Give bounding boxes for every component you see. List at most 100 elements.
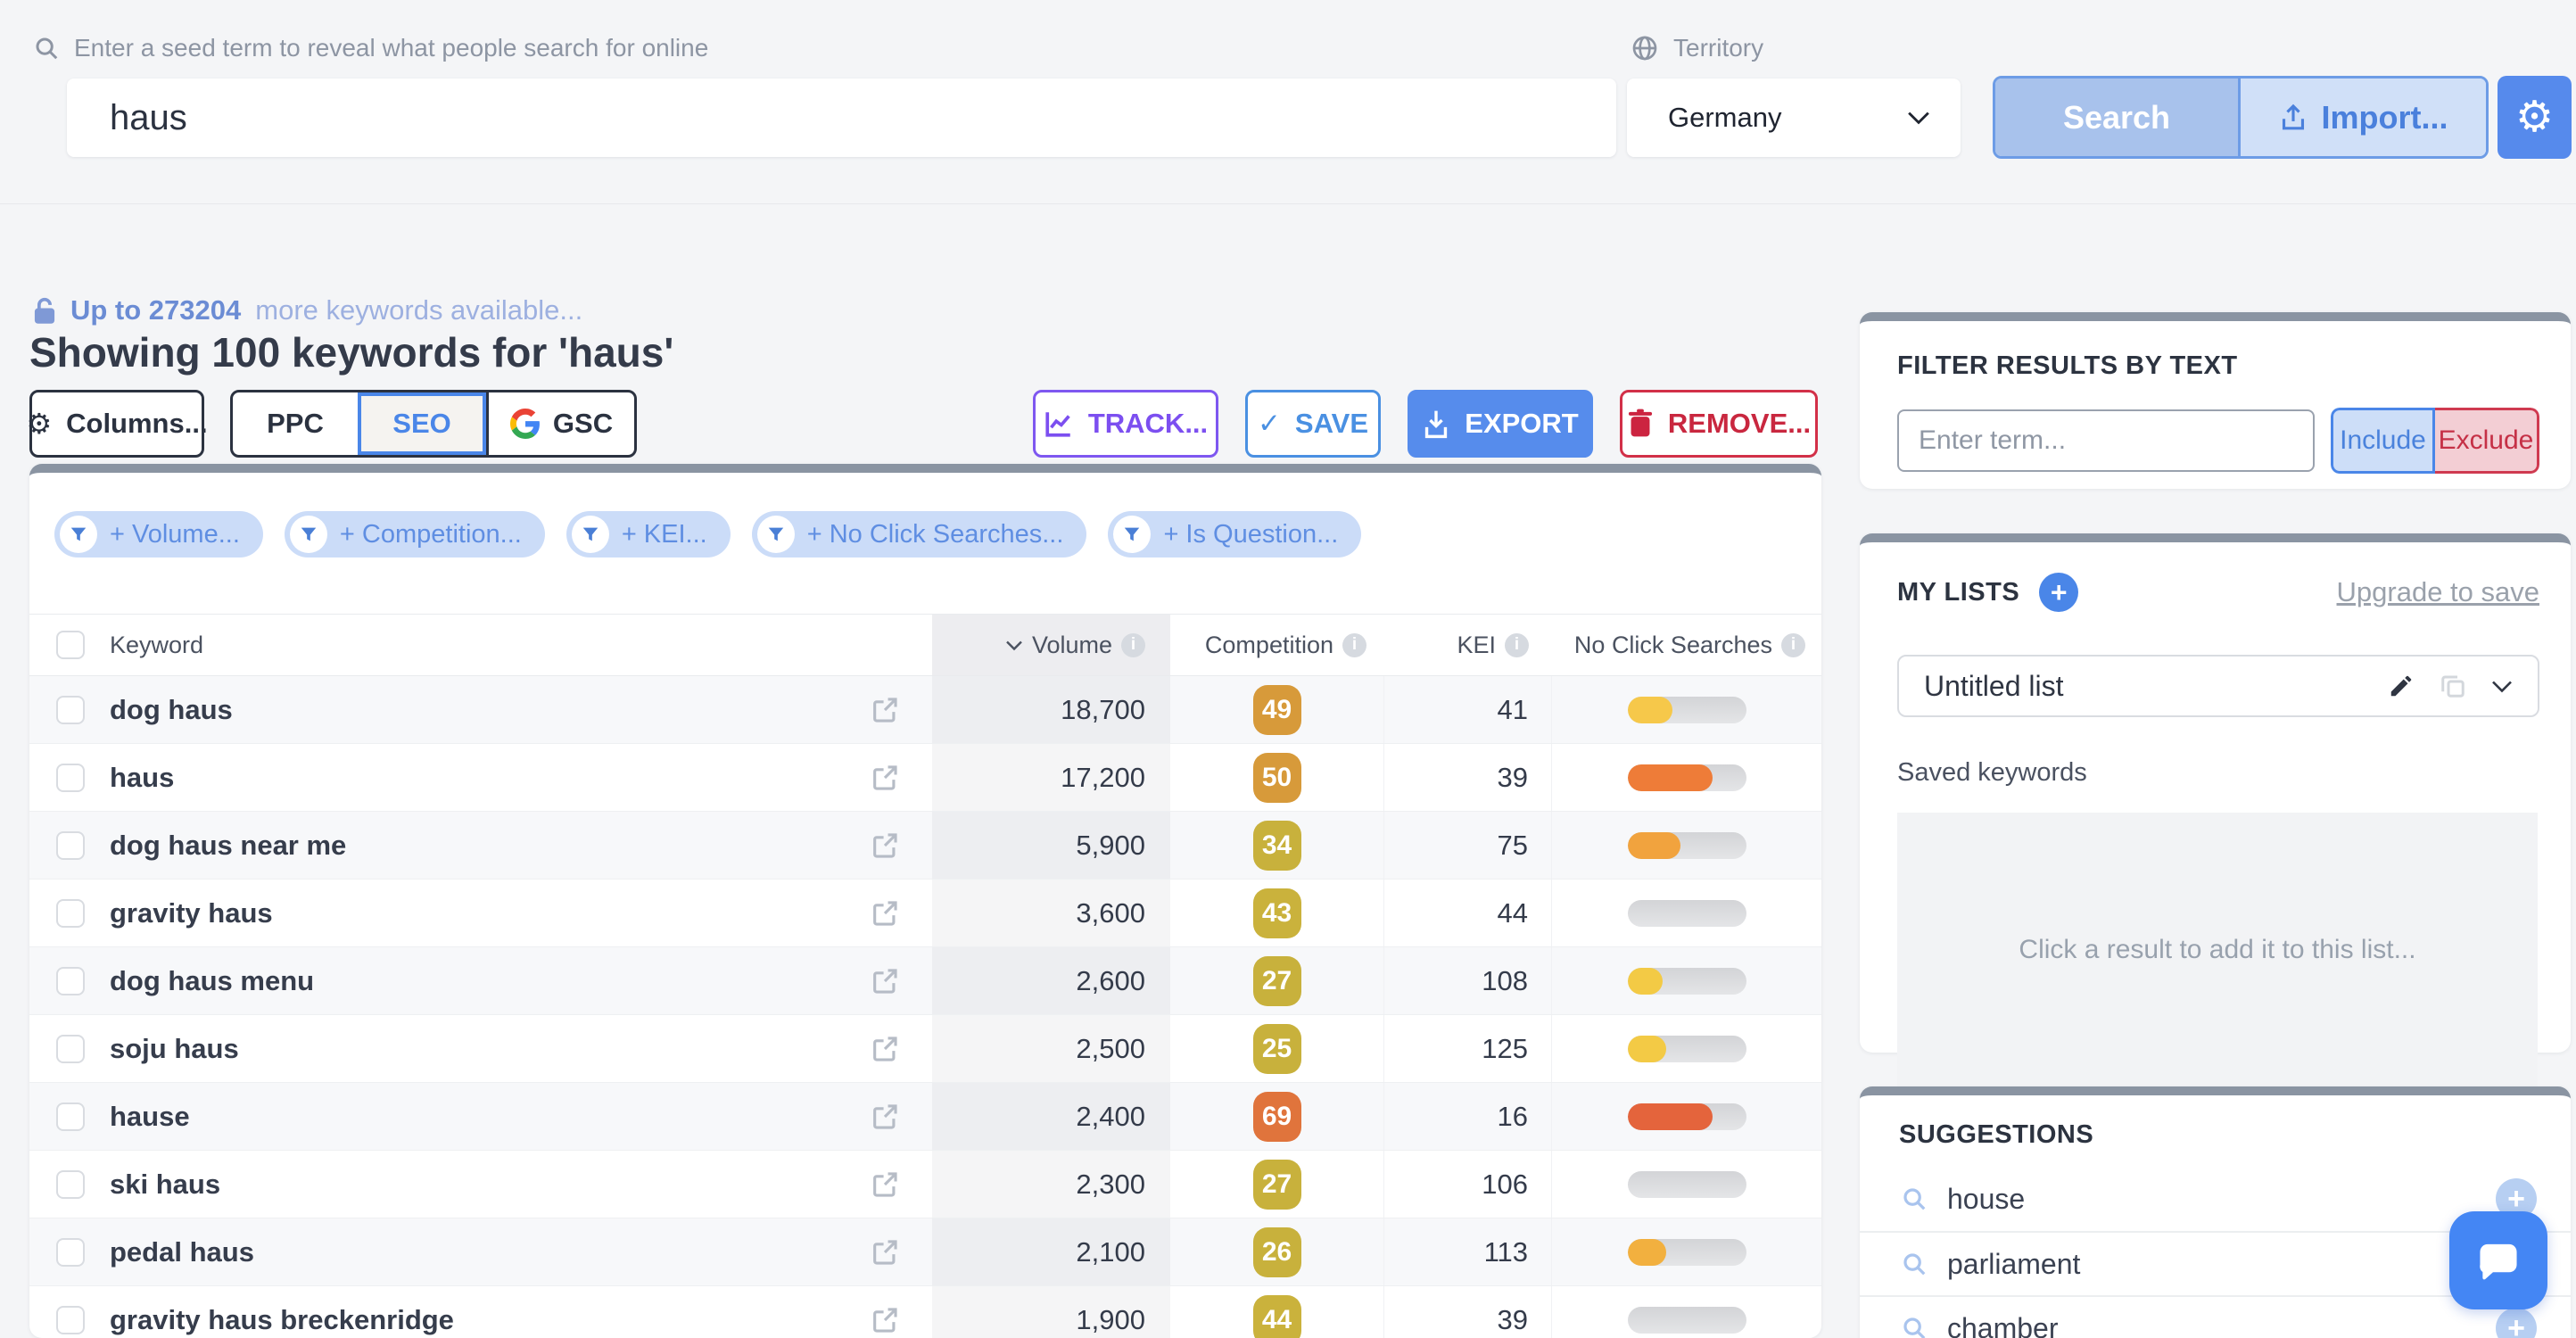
kei-column-header[interactable]: KEI xyxy=(1384,615,1552,675)
keyword-column-header[interactable]: Keyword xyxy=(110,632,203,659)
table-row[interactable]: dog haus near me 5,900 34 75 xyxy=(29,812,1821,880)
table-row[interactable]: dog haus menu 2,600 27 108 xyxy=(29,947,1821,1015)
chat-launcher-button[interactable] xyxy=(2449,1211,2547,1309)
tab-seo[interactable]: SEO xyxy=(358,392,486,455)
external-link-icon[interactable] xyxy=(870,1102,900,1132)
filter-term-input[interactable] xyxy=(1897,409,2315,472)
row-checkbox[interactable] xyxy=(56,831,85,860)
filter-chip[interactable]: + Volume... xyxy=(54,511,263,558)
track-button[interactable]: TRACK... xyxy=(1033,390,1218,458)
info-icon[interactable] xyxy=(1121,633,1145,657)
tab-gsc[interactable]: GSC xyxy=(486,392,634,455)
table-row[interactable]: pedal haus 2,100 26 113 xyxy=(29,1218,1821,1286)
competition-column-header[interactable]: Competition xyxy=(1170,615,1384,675)
upgrade-link[interactable]: Upgrade to save xyxy=(2337,576,2539,608)
external-link-icon[interactable] xyxy=(870,695,900,725)
export-button[interactable]: EXPORT xyxy=(1408,390,1593,458)
keyword-label: soju haus xyxy=(110,1033,239,1065)
search-icon xyxy=(1901,1251,1928,1277)
add-list-button[interactable] xyxy=(2039,573,2078,612)
row-checkbox[interactable] xyxy=(56,696,85,724)
check-icon xyxy=(1258,408,1281,440)
keyword-label: dog haus menu xyxy=(110,965,314,997)
search-icon xyxy=(1901,1315,1928,1338)
volume-value: 2,300 xyxy=(932,1151,1170,1218)
table-row[interactable]: gravity haus breckenridge 1,900 44 39 xyxy=(29,1286,1821,1338)
competition-badge: 49 xyxy=(1253,685,1301,735)
import-label: Import... xyxy=(2322,99,2448,136)
competition-badge: 50 xyxy=(1253,753,1301,803)
upsell-banner[interactable]: Up to 273204 more keywords available... xyxy=(33,294,582,326)
row-checkbox[interactable] xyxy=(56,1103,85,1131)
seed-hint: Enter a seed term to reveal what people … xyxy=(33,34,708,62)
copy-icon[interactable] xyxy=(2440,673,2466,699)
external-link-icon[interactable] xyxy=(870,1169,900,1200)
search-button[interactable]: Search xyxy=(1995,78,2241,156)
filter-chip[interactable]: + Is Question... xyxy=(1108,511,1361,558)
filter-chip[interactable]: + Competition... xyxy=(285,511,545,558)
table-row[interactable]: dog haus 18,700 49 41 xyxy=(29,676,1821,744)
external-link-icon[interactable] xyxy=(870,1034,900,1064)
columns-button[interactable]: Columns... xyxy=(29,390,204,458)
external-link-icon[interactable] xyxy=(870,1237,900,1268)
saved-keywords-dropzone: Click a result to add it to this list... xyxy=(1897,813,2538,1086)
table-row[interactable]: gravity haus 3,600 43 44 xyxy=(29,880,1821,947)
no-click-column-header[interactable]: No Click Searches xyxy=(1552,615,1821,675)
table-header: Keyword Volume Competition KEI No Click … xyxy=(29,614,1821,676)
table-row[interactable]: hause 2,400 69 16 xyxy=(29,1083,1821,1151)
table-row[interactable]: haus 17,200 50 39 xyxy=(29,744,1821,812)
add-suggestion-button[interactable] xyxy=(2496,1308,2537,1338)
competition-badge: 44 xyxy=(1253,1295,1301,1338)
remove-button[interactable]: REMOVE... xyxy=(1620,390,1818,458)
volume-value: 1,900 xyxy=(932,1286,1170,1338)
row-checkbox[interactable] xyxy=(56,967,85,995)
funnel-icon xyxy=(290,516,327,553)
kei-value: 75 xyxy=(1384,812,1552,879)
table-row[interactable]: soju haus 2,500 25 125 xyxy=(29,1015,1821,1083)
info-icon[interactable] xyxy=(1781,633,1805,657)
my-lists-title: MY LISTS xyxy=(1897,578,2019,607)
exclude-toggle[interactable]: Exclude xyxy=(2435,408,2539,474)
volume-column-header[interactable]: Volume xyxy=(932,615,1170,675)
external-link-icon[interactable] xyxy=(870,763,900,793)
row-checkbox[interactable] xyxy=(56,1170,85,1199)
speech-bubble-icon xyxy=(2473,1235,2524,1286)
page-title: Showing 100 keywords for 'haus' xyxy=(29,328,673,376)
external-link-icon[interactable] xyxy=(870,1305,900,1335)
table-row[interactable]: ski haus 2,300 27 106 xyxy=(29,1151,1821,1218)
import-button[interactable]: Import... xyxy=(2241,78,2486,156)
volume-value: 2,600 xyxy=(932,947,1170,1014)
list-selector[interactable]: Untitled list xyxy=(1897,655,2539,717)
chevron-down-icon[interactable] xyxy=(2491,680,2513,693)
row-checkbox[interactable] xyxy=(56,899,85,928)
row-checkbox[interactable] xyxy=(56,1306,85,1334)
seed-input[interactable] xyxy=(67,78,1616,157)
info-icon[interactable] xyxy=(1505,633,1529,657)
save-button[interactable]: SAVE xyxy=(1245,390,1381,458)
pencil-icon[interactable] xyxy=(2388,673,2415,699)
external-link-icon[interactable] xyxy=(870,966,900,996)
filter-chip[interactable]: + KEI... xyxy=(566,511,731,558)
row-checkbox[interactable] xyxy=(56,1035,85,1063)
result-count: 100 xyxy=(211,329,280,376)
settings-button[interactable] xyxy=(2498,76,2572,159)
info-icon[interactable] xyxy=(1342,633,1366,657)
filter-chip[interactable]: + No Click Searches... xyxy=(752,511,1087,558)
filter-panel-title: FILTER RESULTS BY TEXT xyxy=(1897,351,2539,381)
volume-value: 2,100 xyxy=(932,1218,1170,1285)
kei-value: 106 xyxy=(1384,1151,1552,1218)
kei-value: 108 xyxy=(1384,947,1552,1014)
include-toggle[interactable]: Include xyxy=(2331,408,2435,474)
table-body: dog haus 18,700 49 41 haus 17,200 50 39 … xyxy=(29,676,1821,1338)
row-checkbox[interactable] xyxy=(56,1238,85,1267)
select-all-checkbox[interactable] xyxy=(56,631,85,659)
territory-select[interactable]: Germany xyxy=(1627,78,1961,157)
external-link-icon[interactable] xyxy=(870,830,900,861)
keyword-label: pedal haus xyxy=(110,1236,254,1268)
saved-keywords-label: Saved keywords xyxy=(1897,758,2539,788)
row-checkbox[interactable] xyxy=(56,764,85,792)
no-click-bar xyxy=(1628,1171,1746,1198)
tab-ppc[interactable]: PPC xyxy=(233,392,358,455)
volume-value: 3,600 xyxy=(932,880,1170,946)
external-link-icon[interactable] xyxy=(870,898,900,929)
